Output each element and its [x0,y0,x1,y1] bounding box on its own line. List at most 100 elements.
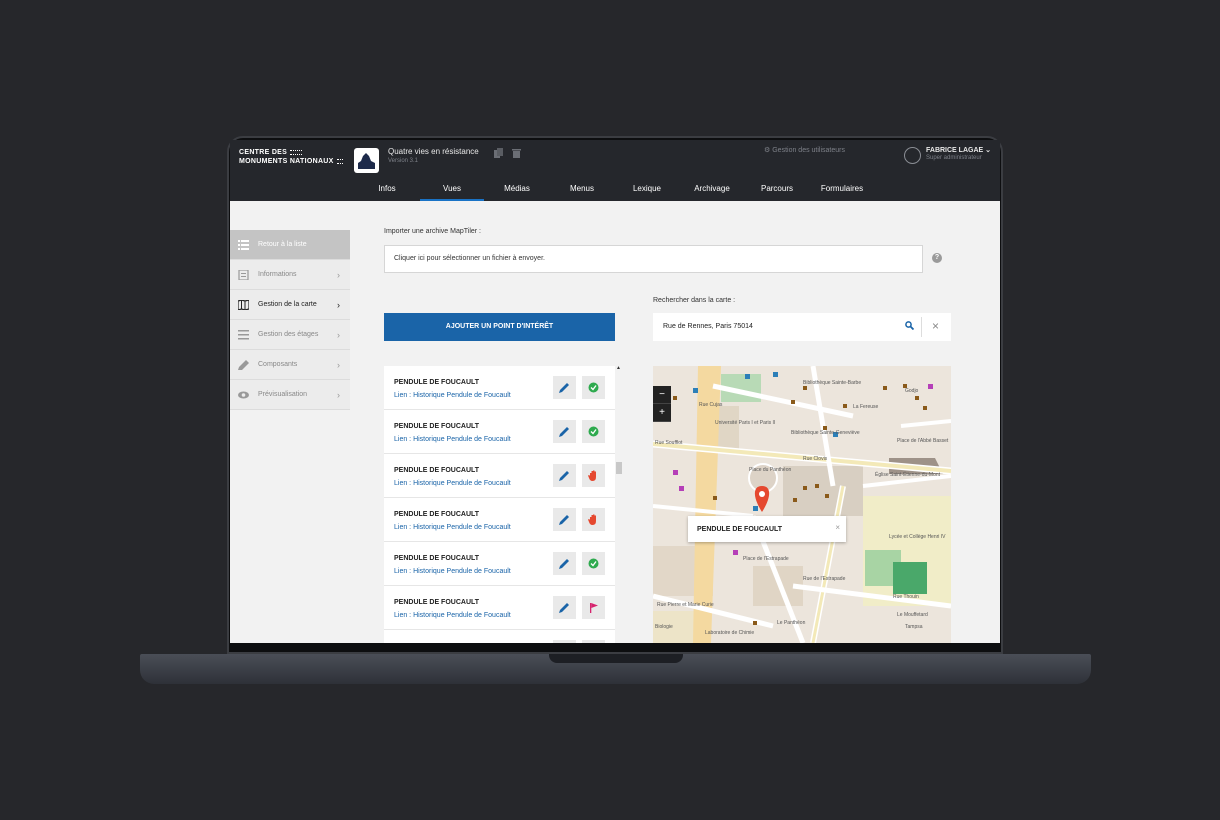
import-label: Importer une archive MapTiler : [384,228,481,235]
app-thumbnail[interactable] [354,148,379,173]
list-item[interactable] [384,630,615,643]
map-label: Place du Panthéon [749,467,792,473]
tab-medias[interactable]: Médias [485,184,549,201]
sidebar-item-preview[interactable]: Prévisualisation › [230,380,350,410]
logo-line2: MONUMENTS NATIONAUX [239,158,334,165]
poi-link[interactable]: Lien : Historique Pendule de Foucault [394,568,511,575]
logo-line1: CENTRE DES [239,149,288,156]
edit-button[interactable] [553,376,576,399]
status-button[interactable] [582,508,605,531]
sidebar-item-map[interactable]: Gestion de la carte › [230,290,350,320]
scroll-up-icon[interactable]: ▲ [616,365,621,371]
sidebar-item-floors[interactable]: Gestion des étages › [230,320,350,350]
status-button[interactable] [582,552,605,575]
status-button[interactable] [582,376,605,399]
laptop-notch [549,654,683,663]
pencil-icon [559,471,569,481]
edit-button[interactable] [553,464,576,487]
poi-list: PENDULE DE FOUCAULT Lien : Historique Pe… [384,366,615,643]
map-search-input[interactable]: Rue de Rennes, Paris 75014 × [653,313,951,341]
list-item[interactable]: PENDULE DE FOUCAULT Lien : Historique Pe… [384,366,615,410]
map-label: La Fereuse [853,404,879,410]
poi-link[interactable]: Lien : Historique Pendule de Foucault [394,612,511,619]
chevron-right-icon: › [337,390,340,400]
tab-formulaires[interactable]: Formulaires [810,184,874,201]
map-label: Rue de l'Estrapade [803,576,846,582]
edit-button[interactable] [553,596,576,619]
user-role: Super administrateur [926,155,982,161]
poi-link[interactable]: Lien : Historique Pendule de Foucault [394,480,511,487]
tab-archivage[interactable]: Archivage [680,184,744,201]
map-label: Place de l'Estrapade [743,556,789,562]
close-icon[interactable]: × [835,523,840,532]
list-icon [238,240,249,250]
sidebar-item-label: Informations [258,271,297,278]
help-icon[interactable]: ? [932,253,942,263]
map-label: Église Saint-Étienne-du-Mont [875,472,941,478]
map-label: Place de l'Abbé Basset [897,438,949,444]
sidebar-item-label: Retour à la liste [258,241,307,248]
app-version: Version 3.1 [388,158,419,164]
pencil-icon [559,383,569,393]
tab-infos[interactable]: Infos [355,184,419,201]
map-popup: PENDULE DE FOUCAULT × [688,516,846,542]
sidebar-item-informations[interactable]: Informations › [230,260,350,290]
search-icon[interactable] [905,321,914,330]
sidebar-item-label: Prévisualisation [258,391,308,398]
cmn-logo[interactable]: CENTRE DES MONUMENTS NATIONAUX [239,148,343,166]
sidebar-item-components[interactable]: Composants › [230,350,350,380]
menu-icon [238,330,249,340]
edit-button[interactable] [553,420,576,443]
map-label: Université Paris I et Paris II [715,420,776,426]
add-poi-button[interactable]: AJOUTER UN POINT D'INTÉRÊT [384,313,615,341]
zoom-in-button[interactable]: + [653,404,671,422]
list-item[interactable]: PENDULE DE FOUCAULT Lien : Historique Pe… [384,454,615,498]
map-label: Biologie [655,624,673,630]
user-avatar[interactable] [904,147,921,164]
status-button[interactable] [582,640,605,643]
chevron-right-icon: › [337,270,340,280]
tab-lexique[interactable]: Lexique [615,184,679,201]
file-upload-input[interactable]: Cliquer ici pour sélectionner un fichier… [384,245,923,273]
zoom-out-button[interactable]: − [653,386,671,404]
flag-icon [590,603,598,613]
map-label: Rue Soufflot [655,440,683,446]
search-label: Rechercher dans la carte : [653,297,736,304]
tab-vues[interactable]: Vues [420,184,484,201]
zoom-controls: − + [653,386,671,422]
tab-parcours[interactable]: Parcours [745,184,809,201]
map-view[interactable]: Bibliothèque Sainte-Barbe Bibliothèque S… [653,366,951,643]
status-button[interactable] [582,420,605,443]
map-label: Rue Clovis [803,456,828,462]
list-item[interactable]: PENDULE DE FOUCAULT Lien : Historique Pe… [384,542,615,586]
status-button[interactable] [582,464,605,487]
clear-icon[interactable]: × [932,319,939,333]
sidebar-item-back[interactable]: Retour à la liste [230,230,350,260]
user-name[interactable]: FABRICE LAGAE ⌄ [926,146,991,154]
scrollbar[interactable] [615,366,623,643]
pencil-icon [238,360,249,370]
duplicate-icon[interactable] [494,148,503,158]
popup-title: PENDULE DE FOUCAULT [697,526,783,533]
edit-button[interactable] [553,640,576,643]
poi-title: PENDULE DE FOUCAULT [394,599,480,606]
list-item[interactable]: PENDULE DE FOUCAULT Lien : Historique Pe… [384,410,615,454]
list-item[interactable]: PENDULE DE FOUCAULT Lien : Historique Pe… [384,498,615,542]
map-label: Bibliothèque Sainte-Barbe [803,380,862,386]
pencil-icon [559,427,569,437]
document-icon [238,270,249,280]
edit-button[interactable] [553,552,576,575]
poi-link[interactable]: Lien : Historique Pendule de Foucault [394,524,511,531]
edit-button[interactable] [553,508,576,531]
poi-link[interactable]: Lien : Historique Pendule de Foucault [394,392,511,399]
trash-icon[interactable] [512,148,521,158]
user-management-link[interactable]: ⚙ Gestion des utilisateurs [764,146,845,154]
chevron-down-icon: ⌄ [985,147,991,154]
status-button[interactable] [582,596,605,619]
scrollbar-thumb[interactable] [616,462,622,474]
tab-menus[interactable]: Menus [550,184,614,201]
poi-title: PENDULE DE FOUCAULT [394,555,480,562]
poi-link[interactable]: Lien : Historique Pendule de Foucault [394,436,511,443]
hand-icon [588,514,596,525]
list-item[interactable]: PENDULE DE FOUCAULT Lien : Historique Pe… [384,586,615,630]
